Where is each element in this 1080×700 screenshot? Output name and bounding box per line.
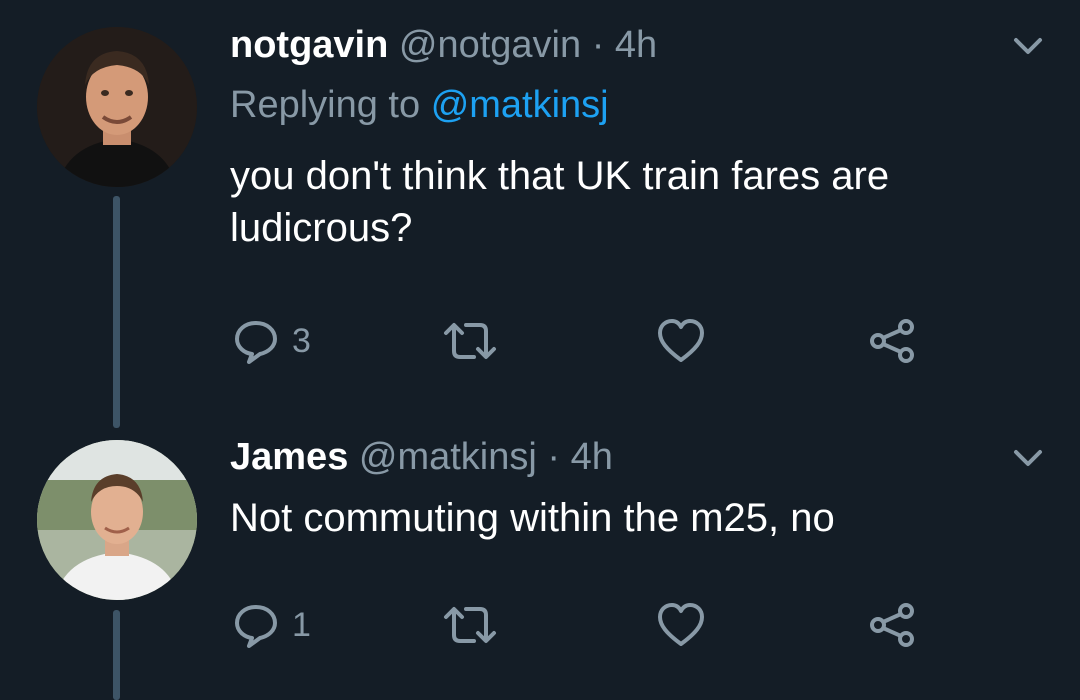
reply-icon xyxy=(235,605,277,648)
share-button[interactable] xyxy=(868,316,916,366)
action-bar: 1 xyxy=(232,600,932,650)
retweet-button[interactable] xyxy=(442,316,498,366)
retweet-button[interactable] xyxy=(442,600,498,650)
avatar[interactable] xyxy=(37,440,197,600)
separator-dot: · xyxy=(591,24,605,66)
like-button[interactable] xyxy=(656,600,706,650)
share-icon xyxy=(870,319,914,363)
mention-link[interactable]: @matkinsj xyxy=(431,84,609,126)
chevron-down-icon[interactable] xyxy=(1008,444,1048,474)
reply-icon xyxy=(235,321,277,364)
replying-to-label: Replying to xyxy=(230,84,421,126)
display-name[interactable]: notgavin xyxy=(230,24,388,66)
separator-dot: · xyxy=(547,436,561,478)
retweet-icon xyxy=(444,323,496,359)
retweet-icon xyxy=(444,607,496,643)
tweet-text: you don't think that UK train fares are … xyxy=(230,154,890,250)
like-icon xyxy=(658,319,704,362)
chevron-down-icon[interactable] xyxy=(1008,32,1048,62)
display-name[interactable]: James xyxy=(230,436,348,478)
reply-count: 3 xyxy=(292,321,311,360)
reply-count: 1 xyxy=(292,605,311,644)
thread-line xyxy=(113,196,120,428)
reply-button[interactable]: 1 xyxy=(232,600,311,650)
tweet[interactable]: James @matkinsj · 4h Not commuting withi… xyxy=(0,430,1080,700)
thread-line xyxy=(113,610,120,700)
tweet-header: notgavin @notgavin · 4h xyxy=(230,22,657,68)
share-button[interactable] xyxy=(868,600,916,650)
like-icon xyxy=(658,603,704,646)
avatar[interactable] xyxy=(37,27,197,187)
like-button[interactable] xyxy=(656,316,706,366)
tweet-text: Not commuting within the m25, no xyxy=(230,496,835,540)
user-handle[interactable]: @notgavin xyxy=(399,24,581,66)
tweet[interactable]: notgavin @notgavin · 4h Replying to @mat… xyxy=(0,0,1080,430)
avatar-image xyxy=(37,440,197,600)
avatar-image xyxy=(37,27,197,187)
timestamp[interactable]: 4h xyxy=(615,24,657,66)
user-handle[interactable]: @matkinsj xyxy=(359,436,537,478)
replying-to: Replying to @matkinsj xyxy=(230,82,609,128)
action-bar: 3 xyxy=(232,316,932,366)
timestamp[interactable]: 4h xyxy=(571,436,613,478)
reply-button[interactable]: 3 xyxy=(232,316,311,366)
share-icon xyxy=(870,603,914,647)
tweet-header: James @matkinsj · 4h xyxy=(230,434,613,480)
